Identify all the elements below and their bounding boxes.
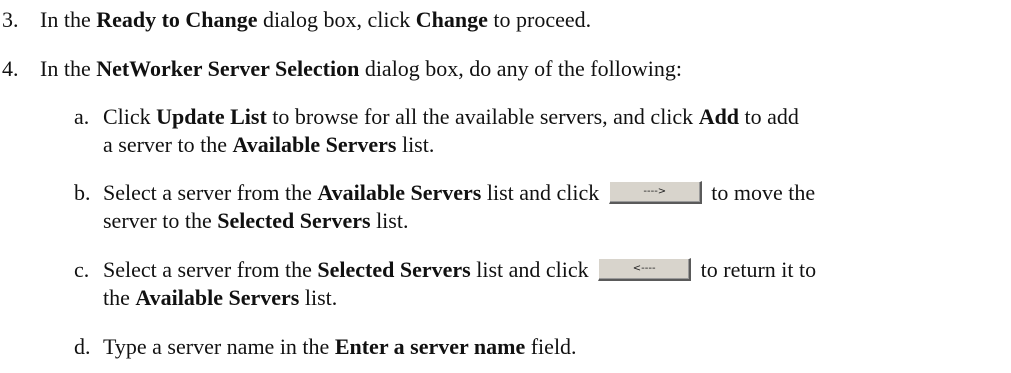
substep-text-line1: Select a server from the Available Serve… xyxy=(103,180,816,205)
step-number: 3. xyxy=(2,7,19,32)
substep-text-line2: a server to the Available Servers list. xyxy=(103,132,435,157)
substep-letter: d. xyxy=(74,334,91,359)
substep-text-line2: server to the Selected Servers list. xyxy=(103,208,409,233)
substep-text-line1: Click Update List to browse for all the … xyxy=(103,104,799,129)
step-text: In the NetWorker Server Selection dialog… xyxy=(40,56,682,81)
substep-text-line1: Select a server from the Selected Server… xyxy=(103,257,817,282)
step-number: 4. xyxy=(2,56,19,81)
substep-letter: a. xyxy=(74,104,90,129)
move-right-button[interactable]: ----> xyxy=(608,181,702,205)
substep-letter: c. xyxy=(74,257,90,282)
substep-text-line1: Type a server name in the Enter a server… xyxy=(103,334,577,359)
move-left-button[interactable]: <---- xyxy=(598,258,692,282)
substep-text-line2: the Available Servers list. xyxy=(103,285,338,310)
substep-letter: b. xyxy=(74,180,91,205)
step-text: In the Ready to Change dialog box, click… xyxy=(40,7,592,32)
